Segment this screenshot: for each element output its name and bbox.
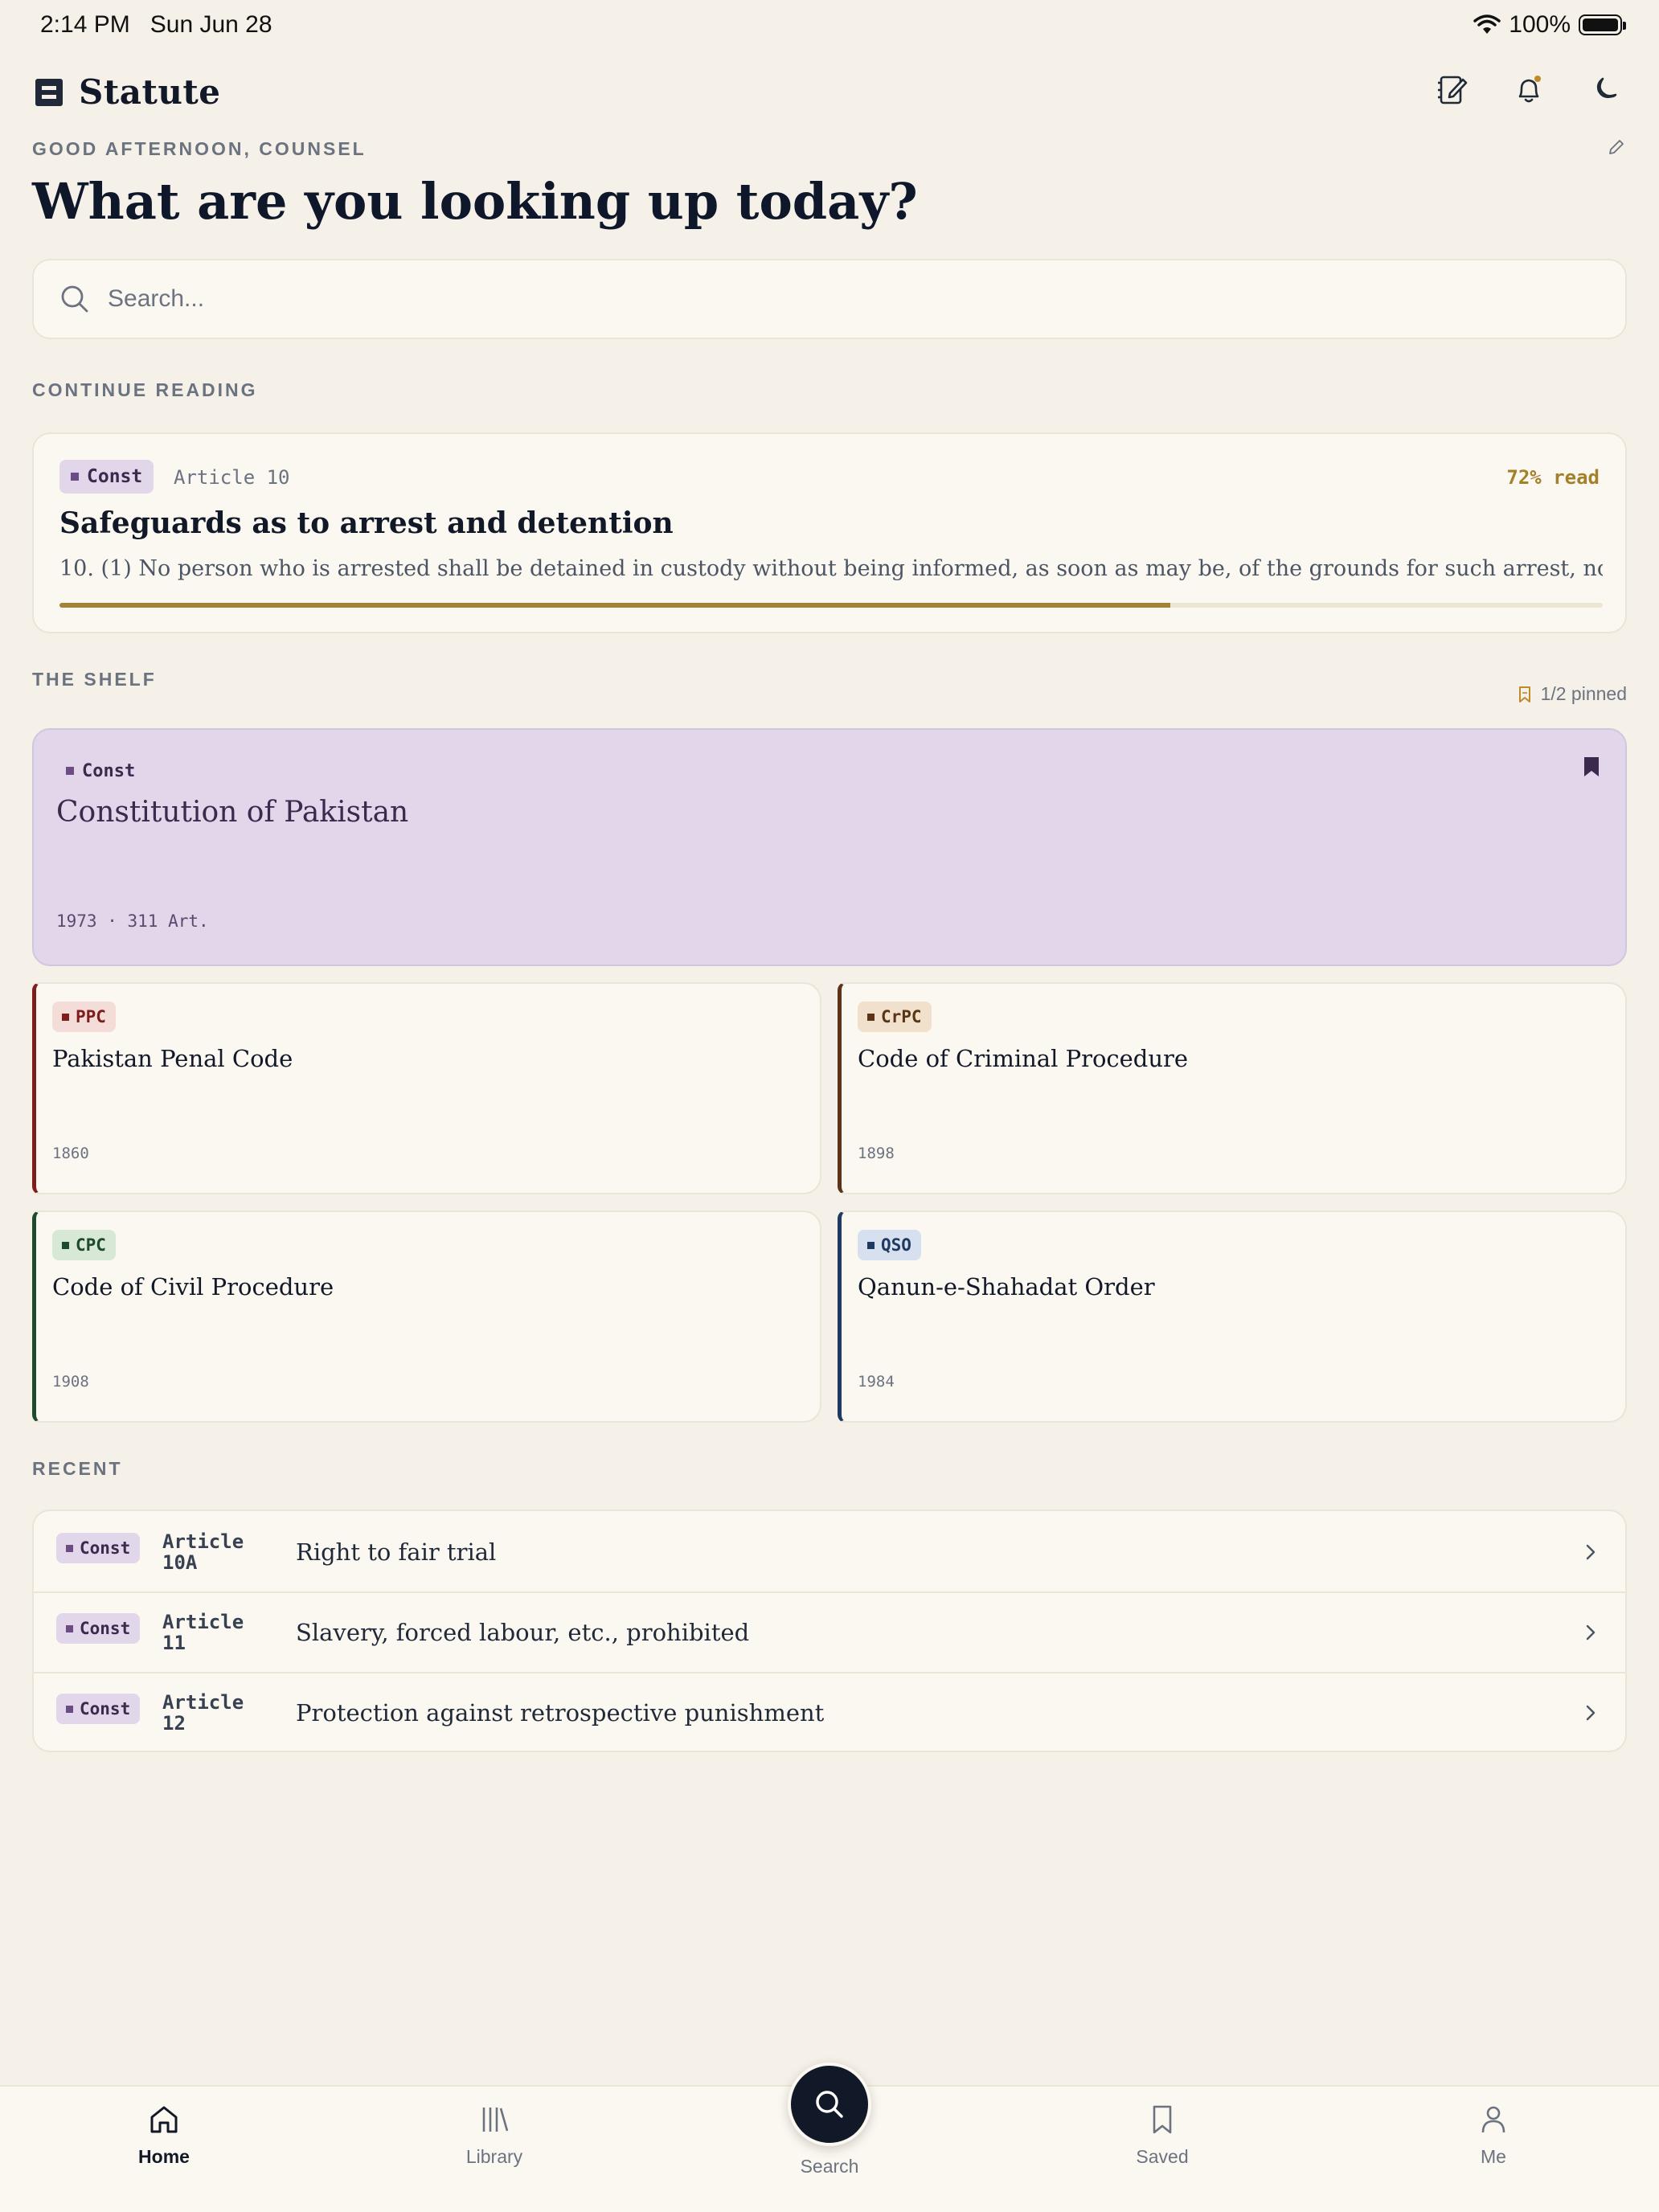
code-badge: CPC	[52, 1230, 116, 1260]
date-text: Sun Jun 28	[150, 11, 272, 38]
code-badge: Const	[56, 754, 145, 788]
progress-text: 72% read	[1506, 466, 1600, 489]
library-icon	[482, 2108, 509, 2132]
tab-library[interactable]: Library	[414, 2101, 575, 2168]
tab-library-label: Library	[465, 2146, 523, 2167]
book-year: 1860	[52, 1145, 89, 1162]
bookmark-icon	[1153, 2105, 1172, 2134]
book-title: Pakistan Penal Code	[52, 1045, 293, 1072]
search-icon	[61, 285, 88, 313]
article-title: Safeguards as to arrest and detention	[59, 506, 674, 540]
recent-label: RECENT	[32, 1458, 123, 1479]
time-text: 2:14 PM	[40, 11, 130, 38]
pinned-text: 1/2 pinned	[1540, 683, 1627, 704]
book-title: Code of Criminal Procedure	[858, 1045, 1189, 1072]
book-year: 1908	[52, 1373, 89, 1391]
code-badge: PPC	[52, 1002, 116, 1032]
tab-me[interactable]: Me	[1413, 2101, 1574, 2168]
chevron-right-icon	[1586, 1544, 1596, 1560]
article-number: Article 10	[174, 466, 290, 489]
app-header: Statute	[32, 61, 1627, 117]
status-time: 2:14 PM Sun Jun 28	[40, 11, 272, 39]
book-card-cpc[interactable]: CPC Code of Civil Procedure 1908	[32, 1210, 821, 1423]
book-year: 1898	[858, 1145, 895, 1162]
reading-progress-bar	[59, 603, 1603, 608]
tab-me-label: Me	[1481, 2146, 1506, 2167]
book-title: Qanun-e-Shahadat Order	[858, 1273, 1155, 1301]
book-year: 1984	[858, 1373, 895, 1391]
search-icon	[816, 2091, 843, 2118]
search-fab-button[interactable]	[788, 2062, 871, 2146]
featured-book-card[interactable]: Const Constitution of Pakistan 1973 · 31…	[32, 728, 1627, 966]
book-meta: 1973 · 311 Art.	[56, 911, 209, 931]
article-number: Article 10A	[162, 1530, 244, 1574]
battery-percent: 100%	[1509, 11, 1571, 38]
book-title: Constitution of Pakistan	[56, 796, 409, 829]
recent-title: Slavery, forced labour, etc., prohibited	[296, 1619, 750, 1646]
code-badge: QSO	[858, 1230, 921, 1260]
book-title: Code of Civil Procedure	[52, 1273, 334, 1301]
code-badge: Const	[59, 460, 154, 494]
bookmark-outline-icon	[1518, 686, 1530, 703]
app-name: Statute	[79, 72, 221, 112]
user-icon	[1481, 2106, 1505, 2133]
pencil-icon[interactable]	[1606, 137, 1627, 158]
continue-reading-card[interactable]: Const Article 10 72% read Safeguards as …	[32, 432, 1627, 633]
tab-home-label: Home	[138, 2146, 190, 2167]
tab-home[interactable]: Home	[84, 2101, 244, 2168]
recent-title: Right to fair trial	[296, 1538, 497, 1566]
book-card-ppc[interactable]: PPC Pakistan Penal Code 1860	[32, 982, 821, 1194]
code-badge: Const	[56, 1613, 141, 1644]
statute-logo-icon	[35, 78, 63, 106]
code-badge: CrPC	[858, 1002, 932, 1032]
progress-fill	[59, 603, 1171, 608]
status-right: 100%	[1473, 11, 1626, 39]
continue-reading-label: CONTINUE READING	[32, 379, 258, 400]
article-number: Article 12	[162, 1691, 244, 1735]
header-actions	[1434, 72, 1624, 108]
recent-row[interactable]: Const Article 12 Protection against retros…	[34, 1673, 1625, 1751]
status-bar: 2:14 PM Sun Jun 28 100%	[0, 0, 1659, 51]
search-input[interactable]	[108, 285, 1555, 313]
book-card-qso[interactable]: QSO Qanun-e-Shahadat Order 1984	[838, 1210, 1627, 1423]
battery-icon	[1579, 14, 1626, 35]
chevron-right-icon	[1586, 1624, 1596, 1641]
tab-search-label[interactable]: Search	[748, 2156, 911, 2177]
code-badge: Const	[56, 1694, 141, 1724]
page-title: What are you looking up today?	[32, 172, 918, 231]
article-excerpt: 10. (1) No person who is arrested shall …	[59, 556, 1603, 581]
search-bar[interactable]	[32, 259, 1627, 339]
article-number: Article 11	[162, 1611, 244, 1654]
book-card-crpc[interactable]: CrPC Code of Criminal Procedure 1898	[838, 982, 1627, 1194]
notebook-edit-icon[interactable]	[1434, 72, 1469, 108]
moon-icon[interactable]	[1588, 72, 1624, 108]
bookmark-filled-icon[interactable]	[1582, 756, 1601, 778]
tab-saved[interactable]: Saved	[1082, 2101, 1243, 2168]
recent-row[interactable]: Const Article 11 Slavery, forced labour, e…	[34, 1592, 1625, 1673]
recent-row[interactable]: Const Article 10A Right to fair trial	[34, 1512, 1625, 1592]
recent-list: Const Article 10A Right to fair trial Const…	[32, 1509, 1627, 1752]
greeting-text: GOOD AFTERNOON, COUNSEL	[32, 138, 367, 159]
chevron-right-icon	[1586, 1705, 1596, 1721]
shelf-label: THE SHELF	[32, 669, 157, 690]
bell-icon[interactable]	[1511, 72, 1546, 108]
recent-title: Protection against retrospective punishm…	[296, 1699, 825, 1727]
home-icon	[150, 2106, 178, 2133]
pinned-count: 1/2 pinned	[1517, 683, 1627, 705]
app-logo[interactable]: Statute	[35, 72, 221, 112]
code-badge: Const	[56, 1533, 141, 1563]
tab-saved-label: Saved	[1136, 2146, 1189, 2167]
wifi-icon	[1473, 14, 1501, 34]
